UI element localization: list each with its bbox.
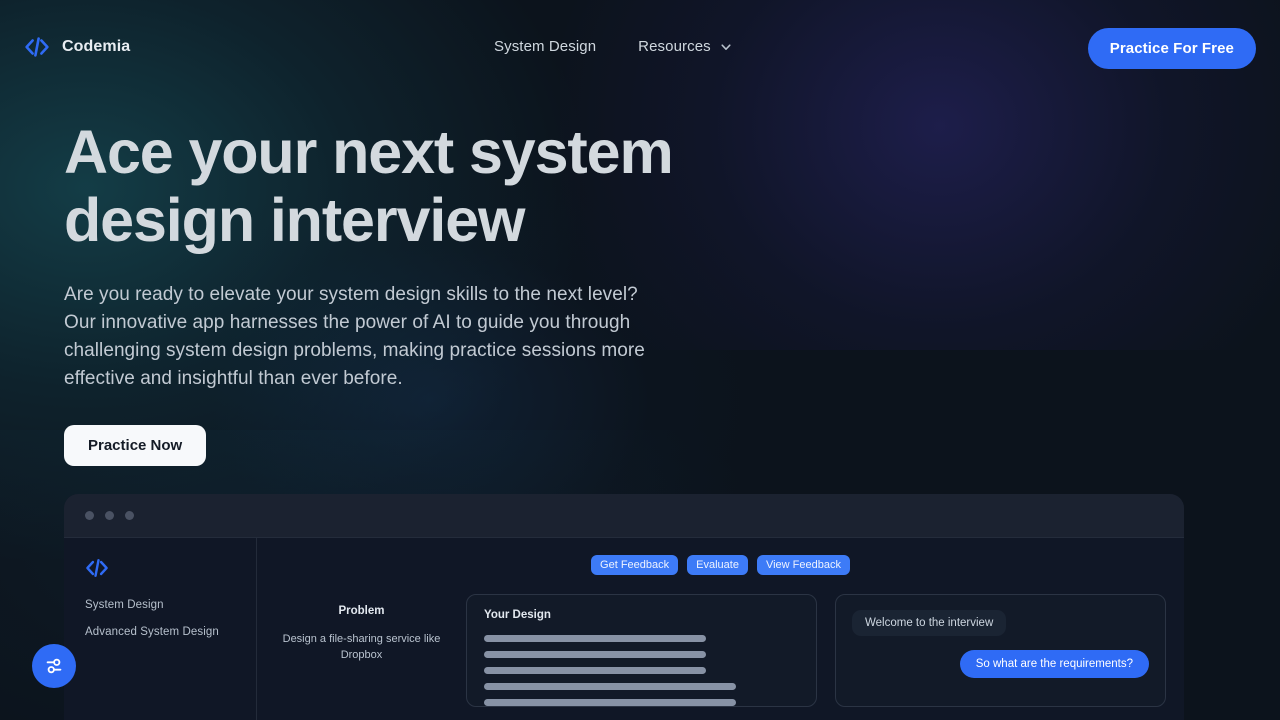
mockup-titlebar [64, 494, 1184, 538]
nav-link-resources[interactable]: Resources [638, 38, 732, 55]
evaluate-button[interactable]: Evaluate [687, 555, 748, 575]
mockup-sidebar: System Design Advanced System Design [64, 538, 257, 720]
app-mockup-window: System Design Advanced System Design Get… [64, 494, 1184, 720]
skeleton-bar [484, 667, 706, 674]
chat-message-assistant: Welcome to the interview [852, 610, 1007, 636]
mockup-main: Get Feedback Evaluate View Feedback Prob… [257, 538, 1184, 720]
action-buttons-row: Get Feedback Evaluate View Feedback [257, 555, 1184, 575]
design-panel-title: Your Design [484, 609, 551, 621]
hero-section: Ace your next system design interview Ar… [64, 118, 764, 466]
nav-links: System Design Resources [494, 38, 732, 55]
hero-heading: Ace your next system design interview [64, 118, 674, 254]
chat-message-user-row: So what are the requirements? [852, 650, 1149, 678]
practice-for-free-button[interactable]: Practice For Free [1087, 28, 1256, 69]
top-navbar: Codemia System Design Resources Practice… [0, 0, 1280, 96]
hero-paragraph: Are you ready to elevate your system des… [64, 284, 645, 389]
nav-link-label: Resources [638, 38, 711, 55]
problem-panel-text: Design a file-sharing service like Dropb… [282, 633, 441, 661]
sidebar-item-system-design[interactable]: System Design [85, 599, 256, 611]
nav-link-label: System Design [494, 38, 597, 55]
your-design-panel: Your Design [466, 594, 817, 707]
brand-name: Codemia [62, 38, 131, 55]
skeleton-bar [484, 699, 736, 706]
chat-message-user: So what are the requirements? [959, 650, 1149, 678]
problem-panel-title: Problem [338, 605, 385, 617]
sliders-settings-icon [46, 658, 62, 674]
nav-link-system-design[interactable]: System Design [494, 38, 596, 55]
view-feedback-button[interactable]: View Feedback [756, 555, 850, 575]
design-skeleton-list [484, 635, 799, 706]
skeleton-bar [484, 635, 706, 642]
chat-panel: Welcome to the interview So what are the… [835, 594, 1166, 707]
brand-logo[interactable]: Codemia [24, 34, 130, 60]
code-brackets-icon [86, 559, 108, 577]
get-feedback-button[interactable]: Get Feedback [591, 555, 679, 575]
problem-panel: Problem Design a file-sharing service li… [275, 594, 448, 707]
window-dot-maximize [125, 511, 134, 520]
window-dot-minimize [105, 511, 114, 520]
practice-now-button[interactable]: Practice Now [64, 425, 207, 466]
code-brackets-icon [25, 37, 49, 57]
skeleton-bar [484, 683, 736, 690]
window-dot-close [85, 511, 94, 520]
mockup-body: System Design Advanced System Design Get… [64, 538, 1184, 720]
mockup-sidebar-nav: System Design Advanced System Design [85, 599, 256, 638]
landing-page: Codemia System Design Resources Practice… [0, 0, 1280, 720]
skeleton-bar [484, 651, 706, 658]
chevron-down-icon [721, 43, 731, 50]
settings-fab-button[interactable] [32, 644, 76, 688]
mockup-panels: Problem Design a file-sharing service li… [257, 575, 1184, 707]
sidebar-item-advanced-system-design[interactable]: Advanced System Design [85, 626, 256, 638]
